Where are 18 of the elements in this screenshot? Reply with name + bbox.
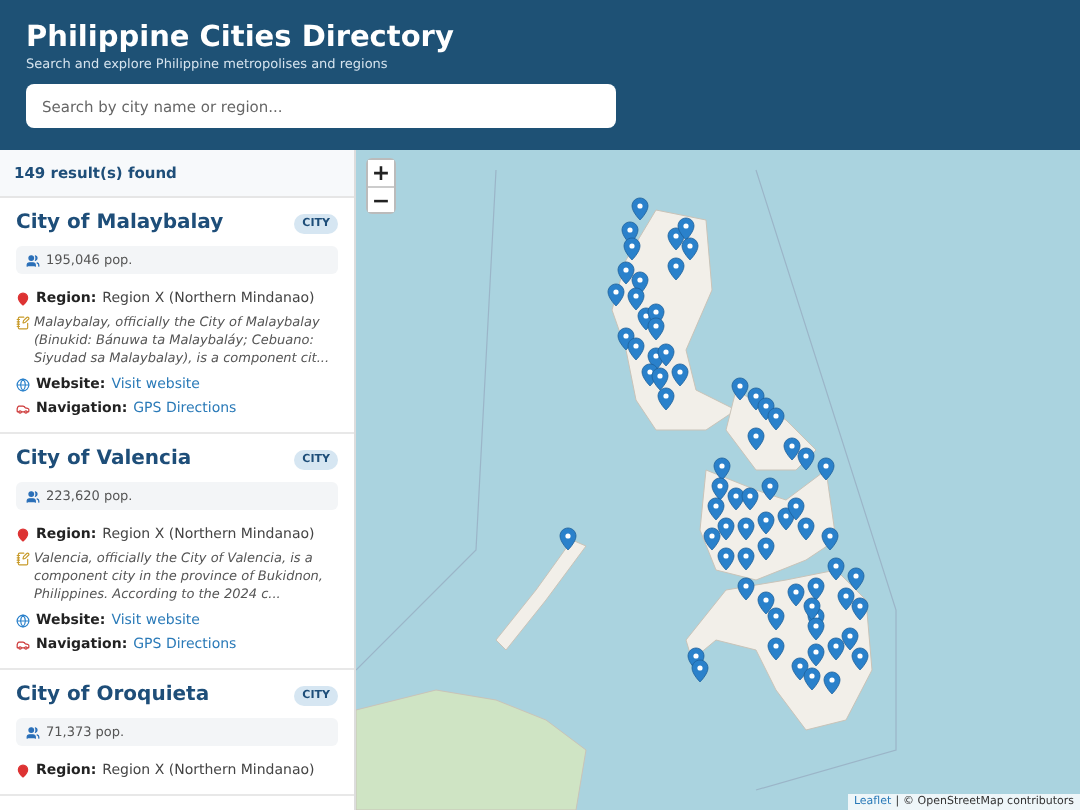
people-icon — [26, 253, 40, 267]
location-pin-icon — [16, 291, 30, 305]
zoom-out-button[interactable]: − — [368, 186, 394, 212]
city-name: City of Malaybalay — [16, 212, 224, 234]
location-pin-icon — [16, 763, 30, 777]
app-title: Philippine Cities Directory — [26, 20, 454, 56]
city-name: City of Valencia — [16, 448, 192, 470]
car-icon — [16, 401, 30, 415]
globe-icon — [16, 377, 30, 391]
people-icon — [26, 489, 40, 503]
location-pin-icon — [16, 527, 30, 541]
memo-icon — [16, 316, 30, 330]
city-name: City of Oroquieta — [16, 684, 210, 706]
globe-icon — [16, 613, 30, 627]
people-icon — [26, 725, 40, 739]
memo-icon — [16, 552, 30, 566]
zoom-in-button[interactable]: + — [368, 160, 394, 186]
car-icon — [16, 637, 30, 651]
